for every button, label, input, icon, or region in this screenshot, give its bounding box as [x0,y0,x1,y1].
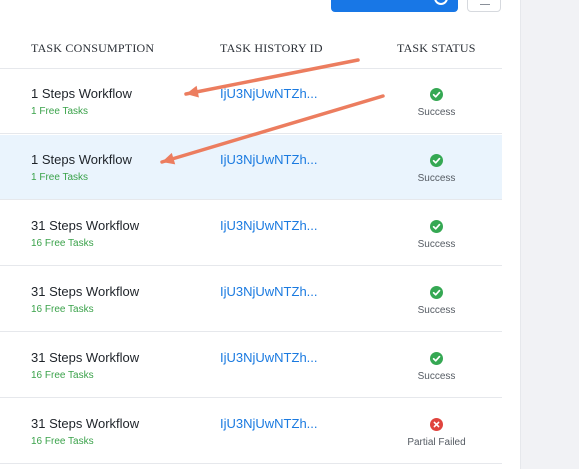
table-row[interactable]: 31 Steps Workflow 16 Free Tasks IjU3NjUwNT… [0,333,502,398]
table-row[interactable]: 1 Steps Workflow 1 Free Tasks IjU3NjUwNTZh… [0,69,502,134]
workflow-name: 31 Steps Workflow [31,284,140,299]
column-header-task-status: TASK STATUS [397,41,476,55]
check-circle-icon [430,154,443,167]
check-circle-icon [430,352,443,365]
task-history-id-link[interactable]: IjU3NjUwNTZh... [220,284,318,299]
page-background [521,0,579,469]
check-circle-icon [430,88,443,101]
status-label: Success [417,173,456,184]
task-history-id-link[interactable]: IjU3NjUwNTZh... [220,218,318,233]
status-label: Partial Failed [407,437,466,448]
x-circle-icon [430,418,443,431]
task-history-panel: TASK CONSUMPTION TASK HISTORY ID TASK ST… [0,0,521,469]
free-tasks-count: 16 Free Tasks [31,238,94,249]
task-history-id-link[interactable]: IjU3NjUwNTZh... [220,416,318,431]
column-header-task-consumption: TASK CONSUMPTION [31,41,155,55]
check-circle-icon [430,220,443,233]
table-row[interactable]: 31 Steps Workflow 16 Free Tasks IjU3NjUwNT… [0,267,502,332]
table-row[interactable]: 31 Steps Workflow 16 Free Tasks IjU3NjUwNT… [0,399,502,464]
free-tasks-count: 16 Free Tasks [31,304,94,315]
filter-icon [480,0,490,5]
free-tasks-count: 16 Free Tasks [31,436,94,447]
table-header: TASK CONSUMPTION TASK HISTORY ID TASK ST… [0,28,502,69]
free-tasks-count: 1 Free Tasks [31,172,89,183]
status-label: Success [417,107,456,118]
table-row[interactable]: 1 Steps Workflow 1 Free Tasks IjU3NjUwNTZh… [0,135,502,200]
task-history-id-link[interactable]: IjU3NjUwNTZh... [220,350,318,365]
table-row[interactable]: 31 Steps Workflow 16 Free Tasks IjU3NjUwNT… [0,201,502,266]
primary-action-button[interactable] [331,0,458,12]
status-label: Success [417,371,456,382]
column-header-task-history-id: TASK HISTORY ID [220,41,323,55]
chevron-circle-icon [434,0,448,5]
filter-button[interactable] [467,0,501,12]
free-tasks-count: 16 Free Tasks [31,370,94,381]
check-circle-icon [430,286,443,299]
workflow-name: 1 Steps Workflow [31,86,132,101]
workflow-name: 31 Steps Workflow [31,218,140,233]
workflow-name: 31 Steps Workflow [31,416,140,431]
status-label: Success [417,239,456,250]
workflow-name: 1 Steps Workflow [31,152,132,167]
task-history-id-link[interactable]: IjU3NjUwNTZh... [220,86,318,101]
task-history-id-link[interactable]: IjU3NjUwNTZh... [220,152,318,167]
status-label: Success [417,305,456,316]
workflow-name: 31 Steps Workflow [31,350,140,365]
free-tasks-count: 1 Free Tasks [31,106,89,117]
